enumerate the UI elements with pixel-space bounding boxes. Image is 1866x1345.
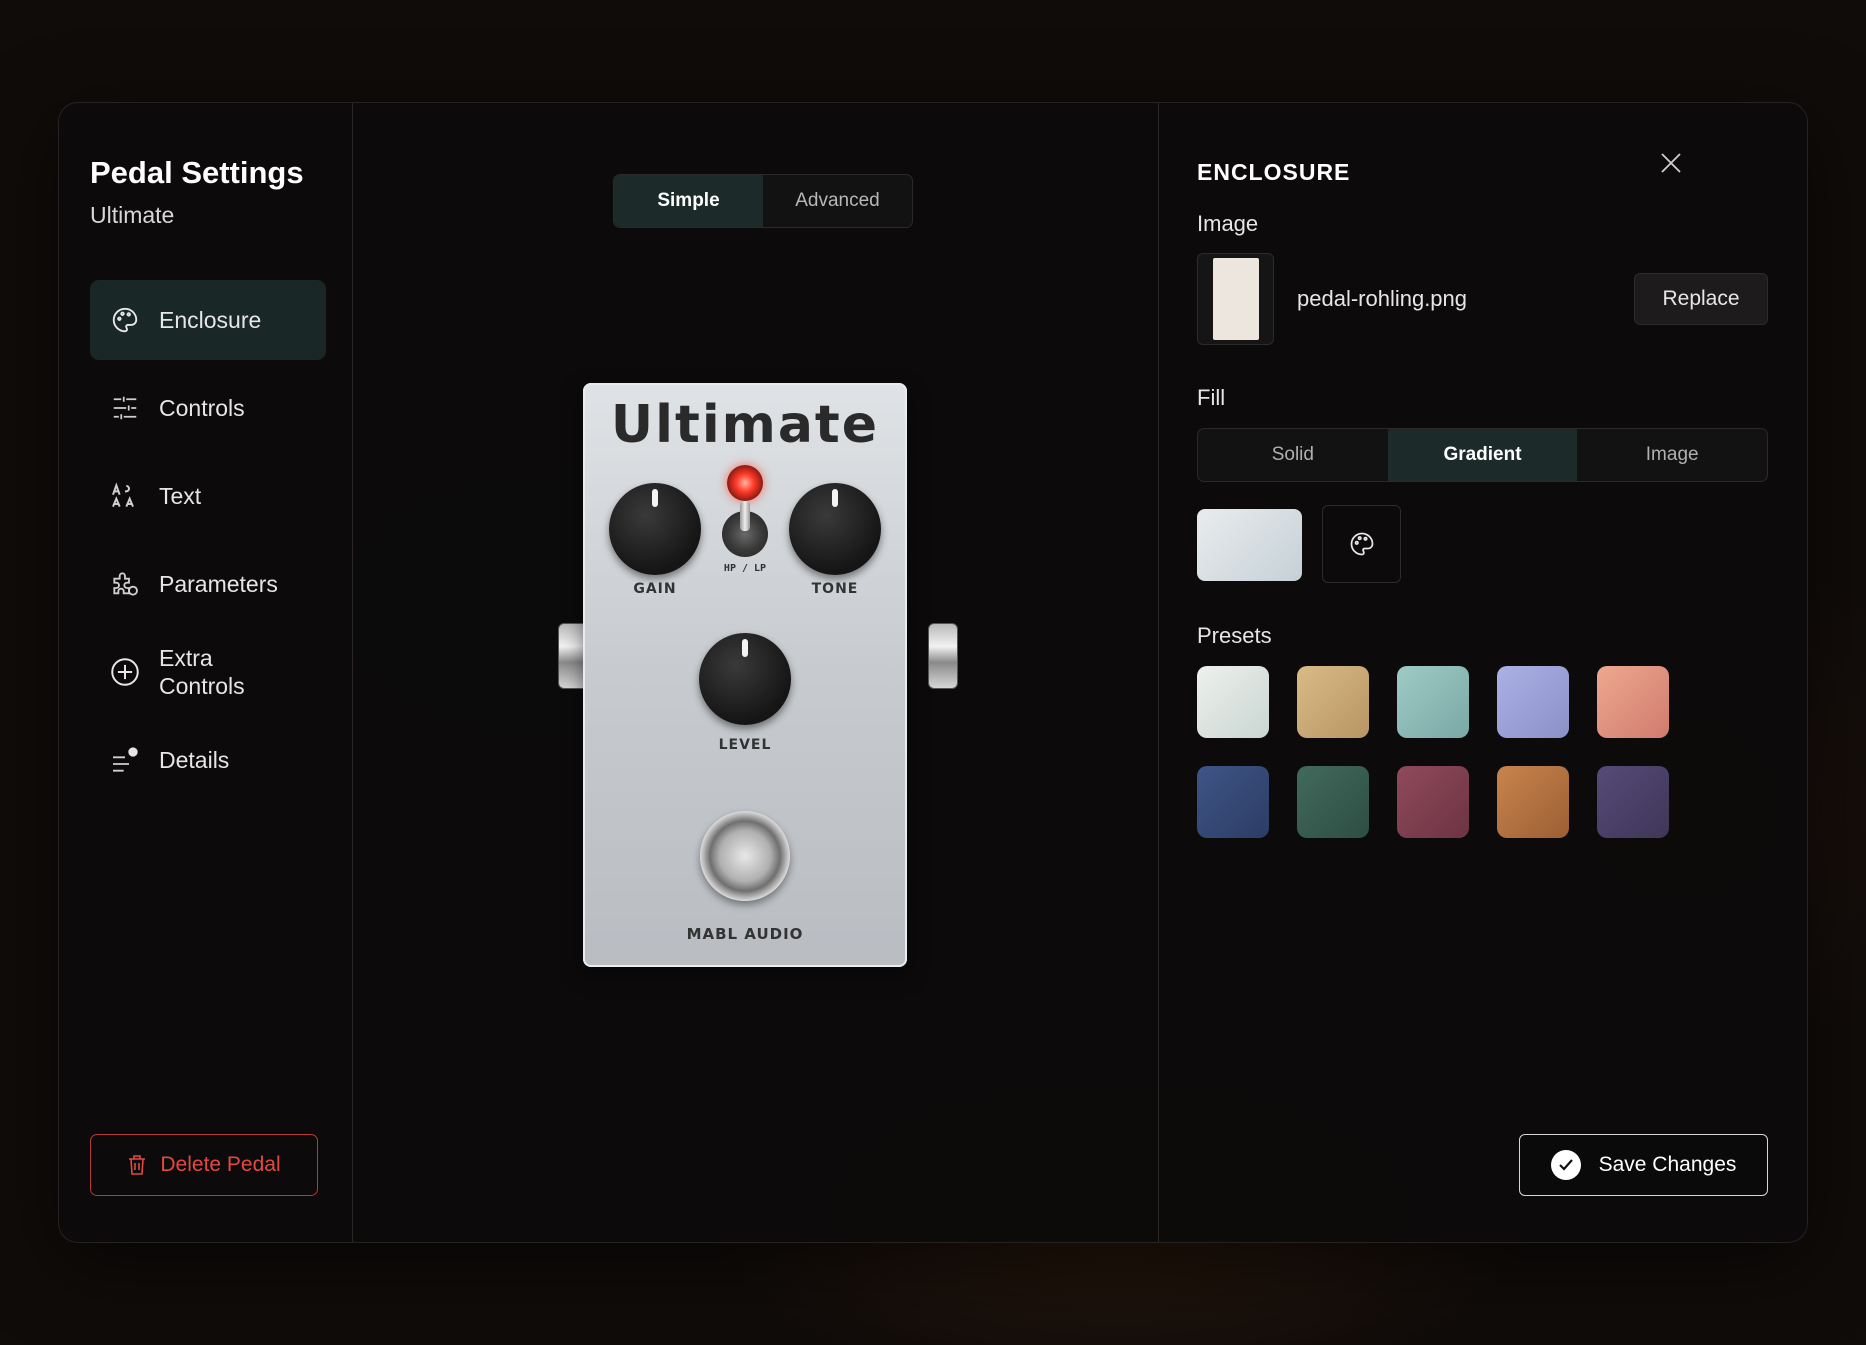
status-led — [727, 465, 763, 501]
preset-wine-swatch[interactable] — [1397, 766, 1469, 838]
close-button[interactable] — [1655, 147, 1687, 179]
nav-item-text[interactable]: Text — [90, 456, 326, 536]
preset-salmon-swatch[interactable] — [1597, 666, 1669, 738]
preset-copper-swatch[interactable] — [1497, 766, 1569, 838]
current-gradient-swatch[interactable] — [1197, 509, 1302, 581]
brand-text: MABL AUDIO — [686, 925, 804, 943]
settings-sidebar: Pedal Settings Ultimate Enclosure Contro… — [59, 103, 353, 1242]
gain-label: GAIN — [633, 581, 677, 597]
view-simple-option[interactable]: Simple — [614, 175, 763, 227]
text-icon — [108, 479, 142, 513]
fill-type-tabs: Solid Gradient Image — [1197, 428, 1768, 482]
nav-label: Enclosure — [159, 307, 262, 333]
fill-solid-option[interactable]: Solid — [1198, 429, 1388, 481]
preset-white-swatch[interactable] — [1197, 666, 1269, 738]
nav-label: Extra Controls — [159, 645, 245, 699]
preset-plum-swatch[interactable] — [1597, 766, 1669, 838]
hp-lp-switch[interactable] — [722, 501, 768, 557]
tone-label: TONE — [811, 581, 859, 597]
settings-nav: Enclosure Controls Text Parameters Extra… — [90, 280, 326, 808]
nav-label: Controls — [159, 395, 245, 421]
view-mode-toggle: Simple Advanced — [613, 174, 913, 228]
image-label: Image — [1197, 211, 1259, 236]
pedal-name-text: Ultimate — [610, 395, 880, 455]
view-advanced-option[interactable]: Advanced — [763, 175, 912, 227]
level-knob[interactable] — [699, 633, 791, 725]
save-changes-button[interactable]: Save Changes — [1519, 1134, 1768, 1196]
preset-tan-swatch[interactable] — [1297, 666, 1369, 738]
nav-label: Text — [159, 483, 202, 509]
nav-label: Parameters — [159, 571, 278, 597]
level-label: LEVEL — [718, 737, 772, 753]
palette-icon — [108, 303, 142, 337]
footswitch[interactable] — [700, 811, 790, 901]
pedal-enclosure: Ultimate GAIN HP / LP TONE LEVEL MABL AU… — [583, 383, 907, 967]
delete-pedal-label: Delete Pedal — [160, 1153, 281, 1176]
preset-swatches — [1197, 666, 1677, 838]
preset-teal-swatch[interactable] — [1397, 666, 1469, 738]
delete-pedal-button[interactable]: Delete Pedal — [90, 1134, 318, 1196]
puzzle-icon — [108, 567, 142, 601]
trash-icon — [127, 1154, 147, 1176]
color-picker-button[interactable] — [1322, 505, 1401, 583]
section-title: ENCLOSURE — [1197, 159, 1351, 185]
plus-circle-icon — [108, 655, 142, 689]
check-icon — [1550, 1150, 1581, 1180]
pedal-preview-area: Simple Advanced Ultimate GAIN HP / LP TO… — [353, 103, 1159, 1242]
modal-title: Pedal Settings — [90, 155, 304, 190]
save-changes-label: Save Changes — [1598, 1153, 1737, 1176]
pedal-settings-modal: Pedal Settings Ultimate Enclosure Contro… — [58, 102, 1808, 1243]
preset-lavender-swatch[interactable] — [1497, 666, 1569, 738]
gain-knob[interactable] — [609, 483, 701, 575]
close-icon — [1661, 153, 1681, 173]
enclosure-panel: ENCLOSURE Image pedal-rohling.png Replac… — [1159, 103, 1809, 1242]
tone-knob[interactable] — [789, 483, 881, 575]
sliders-icon — [108, 391, 142, 425]
image-filename: pedal-rohling.png — [1297, 286, 1468, 311]
nav-item-parameters[interactable]: Parameters — [90, 544, 326, 624]
nav-item-controls[interactable]: Controls — [90, 368, 326, 448]
fill-label: Fill — [1197, 385, 1226, 410]
nav-item-details[interactable]: Details — [90, 720, 326, 800]
nav-item-extra-controls[interactable]: Extra Controls — [90, 632, 326, 712]
palette-icon — [1350, 532, 1373, 556]
preset-forest-swatch[interactable] — [1297, 766, 1369, 838]
output-jack — [928, 623, 958, 689]
presets-label: Presets — [1197, 623, 1272, 648]
replace-image-button[interactable]: Replace — [1634, 273, 1768, 325]
modal-subtitle: Ultimate — [90, 202, 175, 228]
preset-navy-swatch[interactable] — [1197, 766, 1269, 838]
info-list-icon — [108, 743, 142, 777]
image-thumbnail — [1197, 253, 1274, 345]
pedal-render: Ultimate GAIN HP / LP TONE LEVEL MABL AU… — [558, 383, 958, 993]
fill-gradient-option[interactable]: Gradient — [1387, 429, 1578, 481]
nav-item-enclosure[interactable]: Enclosure — [90, 280, 326, 360]
fill-image-option[interactable]: Image — [1577, 429, 1767, 481]
hp-lp-label: HP / LP — [723, 563, 767, 574]
nav-label: Details — [159, 747, 230, 773]
